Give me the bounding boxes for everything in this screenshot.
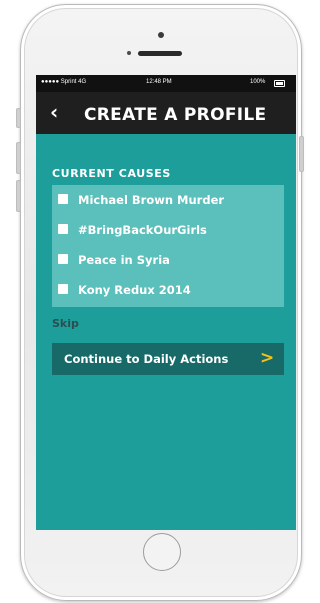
cause-item-bringbackourgirls[interactable]: #BringBackOurGirls [52, 215, 284, 245]
battery-icon [274, 80, 285, 87]
cause-label: Peace in Syria [78, 253, 170, 267]
status-time: 12:48 PM [146, 79, 172, 85]
continue-button-label: Continue to Daily Actions [64, 352, 229, 366]
chevron-right-icon: > [260, 348, 275, 368]
checkbox[interactable] [58, 224, 68, 234]
status-bar: ●●●●● Sprint 4G 12:48 PM 100% [36, 75, 296, 92]
battery-percent: 100% [250, 79, 266, 85]
carrier-signal: ●●●●● Sprint 4G [41, 79, 87, 85]
earpiece-speaker [138, 51, 182, 56]
volume-down-button [16, 180, 21, 212]
cause-label: #BringBackOurGirls [78, 223, 207, 237]
causes-list: Michael Brown Murder #BringBackOurGirls … [52, 185, 284, 307]
cause-label: Michael Brown Murder [78, 193, 225, 207]
home-button[interactable] [143, 533, 181, 571]
checkbox[interactable] [58, 284, 68, 294]
page-title: CREATE A PROFILE [84, 105, 267, 125]
back-chevron-icon[interactable]: ‹ [50, 100, 58, 124]
cause-item-michael-brown[interactable]: Michael Brown Murder [52, 185, 284, 215]
app-screen: ●●●●● Sprint 4G 12:48 PM 100% ‹ CREATE A… [36, 75, 296, 530]
section-title: CURRENT CAUSES [52, 167, 171, 180]
checkbox[interactable] [58, 254, 68, 264]
checkbox[interactable] [58, 194, 68, 204]
continue-button[interactable]: Continue to Daily Actions > [52, 343, 284, 375]
mute-switch [16, 108, 21, 128]
power-button [299, 136, 304, 172]
front-camera [158, 32, 164, 38]
cause-item-peace-in-syria[interactable]: Peace in Syria [52, 245, 284, 275]
skip-link[interactable]: Skip [52, 317, 79, 330]
proximity-sensor [127, 51, 131, 55]
cause-item-kony-redux[interactable]: Kony Redux 2014 [52, 275, 284, 305]
app-header: ‹ CREATE A PROFILE [36, 92, 296, 134]
cause-label: Kony Redux 2014 [78, 283, 191, 297]
volume-up-button [16, 142, 21, 174]
